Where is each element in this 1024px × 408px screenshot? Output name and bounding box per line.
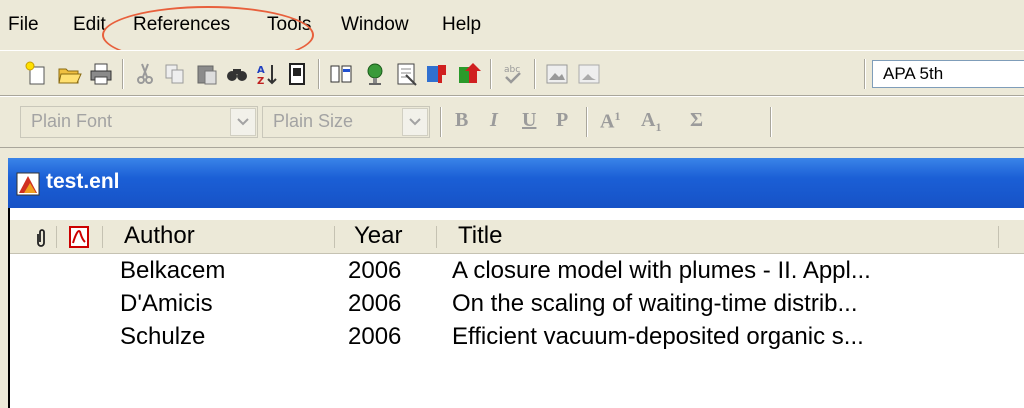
toolbar-separator — [770, 107, 772, 137]
row-title: Efficient vacuum-deposited organic s... — [452, 323, 864, 350]
new-library-icon[interactable] — [22, 59, 52, 89]
menu-tools[interactable]: Tools — [267, 12, 311, 38]
column-divider — [56, 226, 57, 248]
toolbar-separator — [864, 59, 866, 89]
online-search-icon[interactable] — [360, 59, 390, 89]
main-toolbar: AZ abc APA 5th — [0, 50, 1024, 96]
copy-icon[interactable] — [160, 59, 190, 89]
subscript-button[interactable]: A1 — [641, 109, 661, 135]
subscript-mark: 1 — [655, 120, 662, 134]
toolbar-separator — [440, 107, 442, 137]
menu-help[interactable]: Help — [442, 12, 481, 38]
format-bibliography-icon[interactable] — [454, 59, 484, 89]
insert-citation-icon[interactable] — [422, 59, 452, 89]
font-combo-value: Plain Font — [31, 111, 113, 131]
bold-button[interactable]: B — [455, 109, 468, 132]
underline-button[interactable]: U — [522, 109, 536, 132]
open-library-icon[interactable] — [54, 59, 84, 89]
font-combo[interactable]: Plain Font — [20, 106, 258, 138]
library-icon — [16, 172, 40, 196]
size-combo[interactable]: Plain Size — [262, 106, 430, 138]
table-row[interactable]: D'Amicis 2006 On the scaling of waiting-… — [8, 287, 1024, 321]
window-edge — [8, 208, 10, 408]
toolbar-separator — [586, 107, 588, 137]
row-year: 2006 — [348, 323, 402, 350]
row-author: Schulze — [120, 323, 206, 350]
show-all-fields-icon[interactable] — [326, 59, 356, 89]
chevron-down-icon[interactable] — [230, 108, 256, 136]
column-divider — [998, 226, 999, 248]
superscript-letter: A — [600, 110, 615, 133]
row-title: A closure model with plumes - II. Appl..… — [452, 257, 871, 284]
svg-text:Z: Z — [257, 76, 264, 87]
format-toolbar: Plain Font Plain Size B I U P A1 A1 Σ — [0, 96, 1024, 148]
library-title: test.enl — [46, 170, 120, 193]
endnote-app: File Edit References Tools Window Help A… — [0, 0, 1024, 408]
column-divider — [334, 226, 335, 248]
column-divider — [102, 226, 103, 248]
mdi-frame — [0, 158, 8, 408]
menu-bar: File Edit References Tools Window Help — [0, 0, 1024, 50]
menu-file[interactable]: File — [8, 12, 39, 38]
row-year: 2006 — [348, 257, 402, 284]
print-icon[interactable] — [86, 59, 116, 89]
find-icon[interactable] — [222, 59, 252, 89]
toolbar-separator — [318, 59, 320, 89]
svg-text:A: A — [257, 65, 265, 76]
reference-list-header: Author Year Title — [8, 220, 1024, 254]
size-combo-value: Plain Size — [273, 111, 354, 131]
insert-object-icon[interactable] — [574, 59, 604, 89]
chevron-down-icon[interactable] — [402, 108, 428, 136]
library-titlebar[interactable]: test.enl — [8, 158, 1024, 208]
column-header-year[interactable]: Year — [354, 222, 403, 250]
row-author: Belkacem — [120, 257, 226, 284]
pdf-icon[interactable] — [68, 225, 90, 249]
toolbar-separator — [534, 59, 536, 89]
insert-picture-icon[interactable] — [542, 59, 572, 89]
attachment-icon[interactable] — [34, 228, 48, 248]
column-header-author[interactable]: Author — [124, 222, 195, 250]
column-header-title[interactable]: Title — [458, 222, 502, 250]
menu-references[interactable]: References — [133, 12, 230, 38]
superscript-button[interactable]: A1 — [600, 109, 620, 134]
plain-button[interactable]: P — [556, 109, 568, 132]
table-row[interactable]: Schulze 2006 Efficient vacuum-deposited … — [8, 320, 1024, 354]
spellcheck-icon[interactable]: abc — [498, 59, 528, 89]
toolbar-separator — [122, 59, 124, 89]
symbol-button[interactable]: Σ — [690, 109, 703, 132]
menu-edit[interactable]: Edit — [73, 12, 106, 38]
row-title: On the scaling of waiting-time distrib..… — [452, 290, 858, 317]
find-full-text-icon[interactable] — [392, 59, 422, 89]
italic-button[interactable]: I — [490, 109, 498, 132]
paste-icon[interactable] — [192, 59, 222, 89]
table-row[interactable]: Belkacem 2006 A closure model with plume… — [8, 254, 1024, 288]
column-divider — [436, 226, 437, 248]
row-year: 2006 — [348, 290, 402, 317]
subscript-letter: A — [641, 109, 656, 131]
sort-icon[interactable]: AZ — [252, 59, 282, 89]
menu-window[interactable]: Window — [341, 12, 409, 38]
output-style-select[interactable]: APA 5th — [872, 60, 1024, 88]
toolbar-separator — [490, 59, 492, 89]
library-window: test.enl Author Year Title Belkacem 2006 — [8, 158, 1024, 408]
cut-icon[interactable] — [130, 59, 160, 89]
copy-formatted-icon[interactable] — [282, 59, 312, 89]
row-author: D'Amicis — [120, 290, 213, 317]
superscript-mark: 1 — [614, 109, 621, 123]
